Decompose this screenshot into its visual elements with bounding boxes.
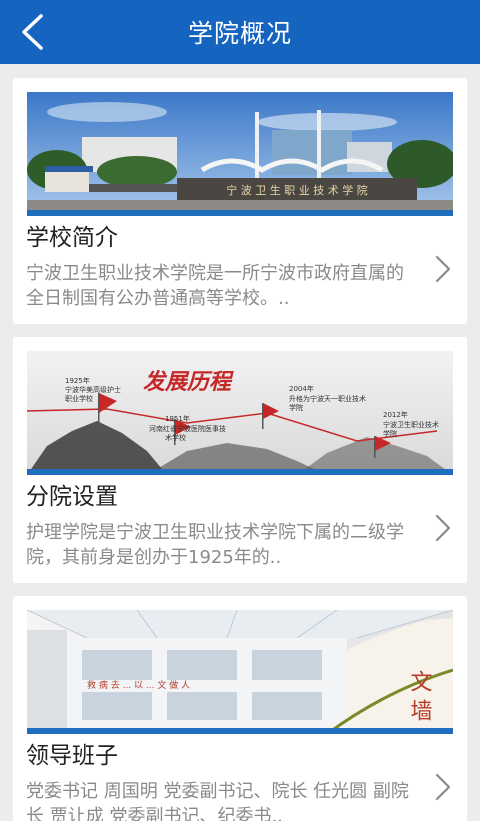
page-title: 学院概况 bbox=[187, 19, 292, 48]
chevron-left-icon bbox=[22, 14, 43, 50]
milestone-text: 职业学校 bbox=[65, 394, 93, 403]
campus-gate-image: 宁 波 卫 生 职 业 技 术 学 院 bbox=[27, 92, 453, 216]
milestone-text: 宁波卫生职业技术 bbox=[383, 420, 439, 429]
milestone-text: 宁波华美高级护士 bbox=[65, 385, 121, 394]
banner-slogan: 救 病 去 ... 以 ... 文 做 人 bbox=[87, 679, 190, 691]
milestone-year: 1925年 bbox=[65, 376, 90, 385]
card-leadership[interactable]: 救 病 去 ... 以 ... 文 做 人 文 墙 领导班子 党委书记 周国明 … bbox=[13, 596, 467, 821]
app-header: 学院概况 bbox=[0, 0, 480, 64]
milestone-year: 2004年 bbox=[289, 384, 314, 393]
milestone-text: 河南红省宁波医院医事技 bbox=[149, 424, 226, 433]
card-description: 护理学院是宁波卫生职业技术学院下属的二级学院，其前身是创办于1925年的.. bbox=[26, 522, 404, 568]
milestone-text: 学院 bbox=[289, 403, 303, 412]
milestone-year: 1951年 bbox=[165, 414, 190, 423]
card-description: 党委书记 周国明 党委副书记、院长 任光圆 副院长 贾让成 党委副书记、纪委书.… bbox=[26, 781, 409, 821]
milestone-text: 术学校 bbox=[165, 433, 186, 442]
history-timeline-image: 发展历程 1925年 宁波华美高级护士 职业学校 1951年 河南红省宁波医院医… bbox=[27, 351, 453, 475]
chevron-right-icon[interactable] bbox=[431, 511, 455, 545]
milestone-text: 学院 bbox=[383, 429, 397, 438]
card-description: 宁波卫生职业技术学院是一所宁波市政府直属的全日制国有公办普通高等学校。.. bbox=[26, 263, 404, 309]
card-title: 学校简介 bbox=[26, 225, 118, 251]
card-branches[interactable]: 发展历程 1925年 宁波华美高级护士 职业学校 1951年 河南红省宁波医院医… bbox=[13, 337, 467, 583]
card-title: 分院设置 bbox=[26, 484, 118, 510]
back-button[interactable] bbox=[10, 10, 54, 54]
card-title: 领导班子 bbox=[26, 743, 118, 769]
chevron-right-icon[interactable] bbox=[431, 252, 455, 286]
milestone-text: 升格为宁波天一职业技术 bbox=[289, 394, 366, 403]
gate-inscription: 宁 波 卫 生 职 业 技 术 学 院 bbox=[226, 183, 367, 197]
card-school-intro[interactable]: 宁 波 卫 生 职 业 技 术 学 院 学校简介 宁波卫生职业技术学院是一所宁波… bbox=[13, 78, 467, 324]
calligraphy-text: 文 墙 bbox=[407, 670, 433, 721]
building-interior-image: 救 病 去 ... 以 ... 文 做 人 文 墙 bbox=[27, 610, 453, 734]
timeline-heading: 发展历程 bbox=[143, 369, 234, 395]
milestone-year: 2012年 bbox=[383, 410, 408, 419]
chevron-right-icon[interactable] bbox=[431, 770, 455, 804]
